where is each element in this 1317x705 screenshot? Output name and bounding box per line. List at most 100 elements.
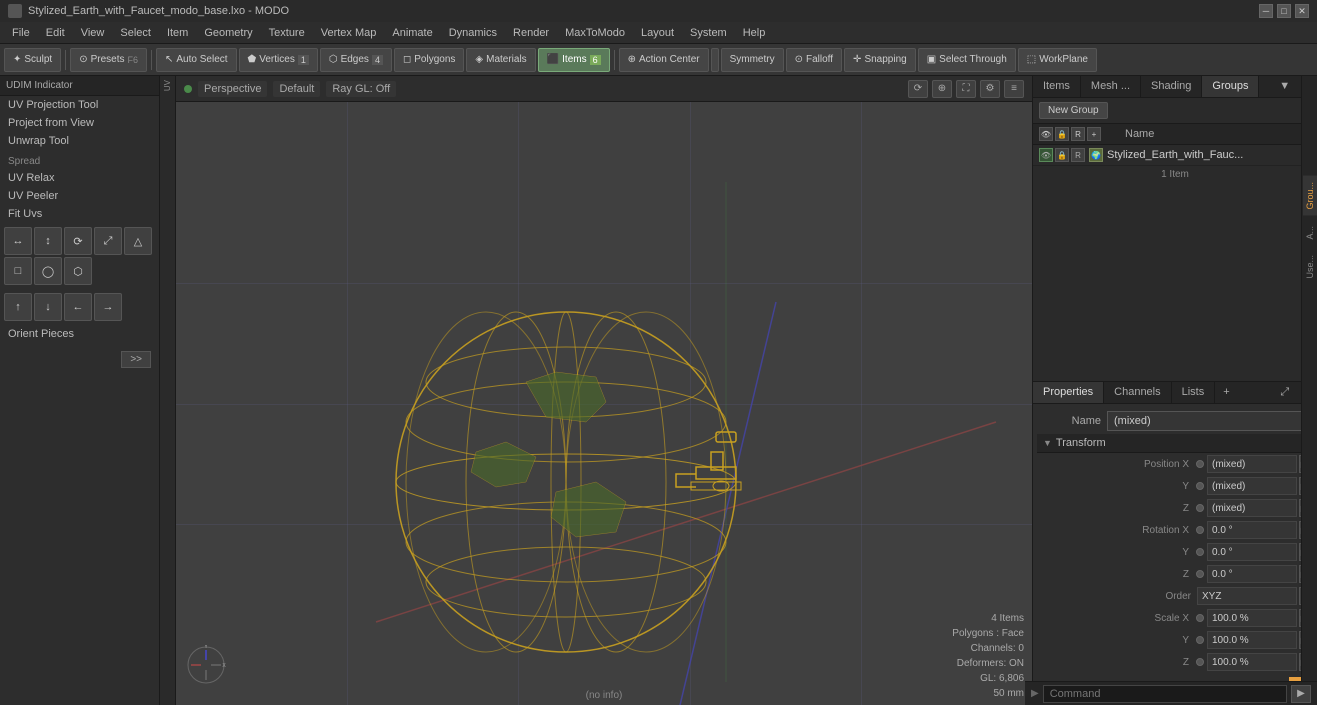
position-y-dot[interactable]: [1196, 482, 1204, 490]
ray-gl-label[interactable]: Ray GL: Off: [326, 81, 396, 97]
tool-btn-9[interactable]: ↑: [4, 293, 32, 321]
tab-items[interactable]: Items: [1033, 76, 1081, 97]
item-lock-icon[interactable]: 🔒: [1055, 148, 1069, 162]
list-item[interactable]: 👁 🔒 R 🌍 Stylized_Earth_with_Fauc...: [1033, 145, 1317, 166]
menu-animate[interactable]: Animate: [384, 25, 440, 41]
settings-icon-button[interactable]: ⚙: [980, 80, 1000, 98]
tool-btn-12[interactable]: →: [94, 293, 122, 321]
menu-layout[interactable]: Layout: [633, 25, 682, 41]
uv-peeler[interactable]: UV Peeler: [0, 187, 159, 205]
falloff-button[interactable]: ⊙ Falloff: [786, 48, 842, 72]
position-x-dot[interactable]: [1196, 460, 1204, 468]
menu-select[interactable]: Select: [112, 25, 159, 41]
command-submit-button[interactable]: ▶: [1291, 685, 1311, 703]
project-from-view[interactable]: Project from View: [0, 114, 159, 132]
polygons-button[interactable]: ◻ Polygons: [394, 48, 464, 72]
materials-button[interactable]: ◈ Materials: [466, 48, 535, 72]
tool-btn-11[interactable]: ←: [64, 293, 92, 321]
vertices-button[interactable]: ⬟ Vertices 1: [239, 48, 318, 72]
menu-file[interactable]: File: [4, 25, 38, 41]
eye-column-icon[interactable]: 👁: [1039, 127, 1053, 141]
unwrap-tool[interactable]: Unwrap Tool: [0, 132, 159, 150]
tool-btn-10[interactable]: ↓: [34, 293, 62, 321]
viewport-menu-button[interactable]: ≡: [1004, 80, 1024, 98]
expand-column-icon[interactable]: +: [1087, 127, 1101, 141]
tool-btn-2[interactable]: ↕: [34, 227, 62, 255]
snapping-button[interactable]: ✛ Snapping: [844, 48, 916, 72]
perspective-label[interactable]: Perspective: [198, 81, 267, 97]
side-tab-groups[interactable]: Grou...: [1303, 176, 1317, 216]
items-button[interactable]: ⬛ Items 6: [538, 48, 610, 72]
tool-btn-1[interactable]: ↔: [4, 227, 32, 255]
rotation-y-dot[interactable]: [1196, 548, 1204, 556]
scale-y-dot[interactable]: [1196, 636, 1204, 644]
order-select[interactable]: XYZ: [1197, 587, 1297, 605]
tool-btn-6[interactable]: □: [4, 257, 32, 285]
fit-uvs[interactable]: Fit Uvs: [0, 205, 159, 223]
tab-channels[interactable]: Channels: [1104, 382, 1171, 403]
lock-column-icon[interactable]: 🔒: [1055, 127, 1069, 141]
menu-system[interactable]: System: [682, 25, 735, 41]
menu-render[interactable]: Render: [505, 25, 557, 41]
menu-edit[interactable]: Edit: [38, 25, 73, 41]
expand-button[interactable]: >>: [121, 351, 151, 368]
scale-y-input[interactable]: 100.0 %: [1207, 631, 1297, 649]
props-expand-button[interactable]: ⤢: [1274, 382, 1295, 403]
menu-geometry[interactable]: Geometry: [196, 25, 260, 41]
rotation-y-input[interactable]: 0.0 °: [1207, 543, 1297, 561]
orbit-icon-button[interactable]: ⟳: [908, 80, 928, 98]
action-center-button[interactable]: ⊕ Action Center: [619, 48, 709, 72]
window-controls[interactable]: ─ □ ✕: [1259, 4, 1309, 18]
tool-btn-5[interactable]: △: [124, 227, 152, 255]
tool-btn-8[interactable]: ⬡: [64, 257, 92, 285]
name-value[interactable]: (mixed): [1107, 411, 1309, 431]
side-tab-use[interactable]: Use...: [1303, 249, 1317, 285]
rotation-x-input[interactable]: 0.0 °: [1207, 521, 1297, 539]
scale-x-input[interactable]: 100.0 %: [1207, 609, 1297, 627]
uv-relax[interactable]: UV Relax: [0, 169, 159, 187]
tool-btn-4[interactable]: ⤢: [94, 227, 122, 255]
menu-dynamics[interactable]: Dynamics: [441, 25, 505, 41]
maximize-button[interactable]: □: [1277, 4, 1291, 18]
presets-button[interactable]: ⊙ Presets F6: [70, 48, 147, 72]
new-group-button[interactable]: New Group: [1039, 102, 1108, 119]
tool-btn-7[interactable]: ◯: [34, 257, 62, 285]
symmetry-button[interactable]: [711, 48, 719, 72]
viewport-canvas[interactable]: Y X 4 Items Polygons : Face Channels: 0 …: [176, 102, 1032, 705]
render-column-icon[interactable]: R: [1071, 127, 1085, 141]
tab-properties[interactable]: Properties: [1033, 382, 1104, 403]
uv-projection-tool[interactable]: UV Projection Tool: [0, 96, 159, 114]
sculpt-button[interactable]: ✦ Sculpt: [4, 48, 61, 72]
rotation-x-dot[interactable]: [1196, 526, 1204, 534]
position-z-input[interactable]: (mixed): [1207, 499, 1297, 517]
menu-vertex-map[interactable]: Vertex Map: [313, 25, 385, 41]
menu-texture[interactable]: Texture: [261, 25, 313, 41]
auto-select-button[interactable]: ↖ Auto Select: [156, 48, 237, 72]
menu-help[interactable]: Help: [735, 25, 774, 41]
tool-btn-3[interactable]: ⟳: [64, 227, 92, 255]
scale-x-dot[interactable]: [1196, 614, 1204, 622]
menu-maxtomodo[interactable]: MaxToModo: [557, 25, 633, 41]
select-through-button[interactable]: ▣ Select Through: [918, 48, 1016, 72]
rotation-z-input[interactable]: 0.0 °: [1207, 565, 1297, 583]
tab-shading[interactable]: Shading: [1141, 76, 1202, 97]
menu-view[interactable]: View: [73, 25, 113, 41]
menu-item[interactable]: Item: [159, 25, 196, 41]
symmetry-label-button[interactable]: Symmetry: [721, 48, 784, 72]
scale-z-dot[interactable]: [1196, 658, 1204, 666]
tab-groups[interactable]: Groups: [1202, 76, 1259, 97]
position-x-input[interactable]: (mixed): [1207, 455, 1297, 473]
tab-lists[interactable]: Lists: [1172, 382, 1216, 403]
rotation-z-dot[interactable]: [1196, 570, 1204, 578]
tab-mesh[interactable]: Mesh ...: [1081, 76, 1141, 97]
side-tab-a[interactable]: A...: [1303, 220, 1317, 246]
command-input[interactable]: [1043, 685, 1287, 703]
add-tab-button[interactable]: +: [1217, 382, 1235, 403]
item-render-icon[interactable]: R: [1071, 148, 1085, 162]
minimize-button[interactable]: ─: [1259, 4, 1273, 18]
pan-icon-button[interactable]: ⛶: [956, 80, 976, 98]
expand-tabs-button[interactable]: ▼: [1273, 76, 1296, 97]
scale-z-input[interactable]: 100.0 %: [1207, 653, 1297, 671]
default-label[interactable]: Default: [273, 81, 320, 97]
zoom-icon-button[interactable]: ⊕: [932, 80, 952, 98]
